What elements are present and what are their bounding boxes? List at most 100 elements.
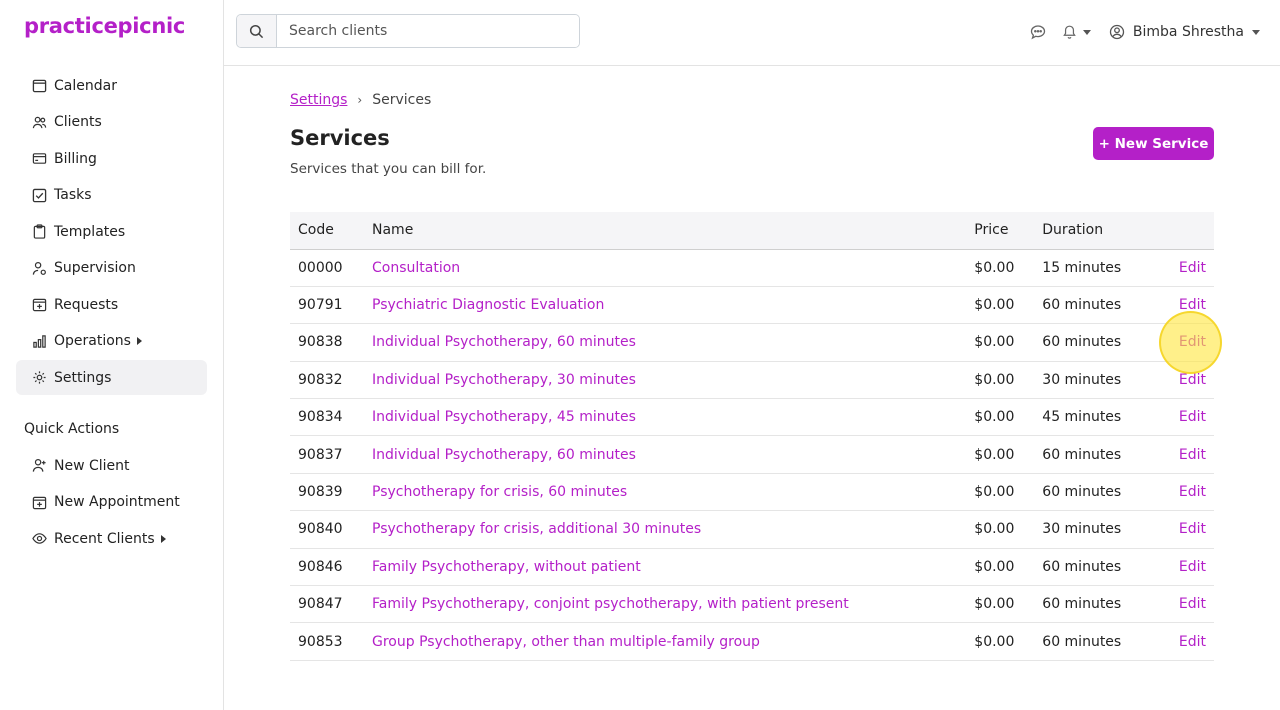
table-row: 90838 Individual Psychotherapy, 60 minute… <box>290 323 1214 362</box>
service-price: $0.00 <box>966 510 1035 549</box>
sidebar-item-label: Clients <box>54 114 102 130</box>
service-price: $0.00 <box>966 249 1035 287</box>
new-service-button[interactable]: + New Service <box>1093 127 1214 160</box>
user-menu[interactable]: Bimba Shrestha <box>1109 24 1260 40</box>
services-table: Code Name Price Duration 00000 Consultati… <box>290 212 1214 661</box>
user-avatar-icon <box>1109 24 1125 40</box>
service-name-link[interactable]: Family Psychotherapy, without patient <box>372 559 641 575</box>
user-gear-icon <box>32 261 47 276</box>
search-box <box>236 14 580 48</box>
eye-icon <box>32 531 47 546</box>
edit-service-link[interactable]: Edit <box>1179 260 1206 276</box>
service-duration: 45 minutes <box>1034 398 1162 437</box>
service-duration: 15 minutes <box>1034 249 1162 287</box>
edit-service-link[interactable]: Edit <box>1179 596 1206 612</box>
edit-service-link[interactable]: Edit <box>1179 559 1206 575</box>
chevron-down-icon <box>1082 29 1091 35</box>
search-input[interactable] <box>277 15 579 47</box>
sidebar-item-supervision[interactable]: Supervision <box>16 251 207 286</box>
edit-service-link[interactable]: Edit <box>1179 297 1206 313</box>
sidebar-item-label: Requests <box>54 296 119 313</box>
page-title: Services <box>290 126 390 150</box>
table-row: 90832 Individual Psychotherapy, 30 minute… <box>290 361 1214 400</box>
table-row: 90834 Individual Psychotherapy, 45 minute… <box>290 398 1214 437</box>
edit-service-link[interactable]: Edit <box>1179 447 1206 463</box>
service-name-cell: Individual Psychotherapy, 30 minutes <box>364 361 967 400</box>
service-code: 90837 <box>290 435 364 474</box>
sidebar-item-operations[interactable]: Operations <box>16 324 207 359</box>
sidebar-item-clients[interactable]: Clients <box>16 105 207 140</box>
breadcrumb: Settings › Services <box>290 92 431 108</box>
service-duration: 60 minutes <box>1034 548 1162 587</box>
sidebar: practicepicnic Calendar Clients Billing … <box>0 0 224 710</box>
service-price: $0.00 <box>966 473 1035 512</box>
service-name-link[interactable]: Individual Psychotherapy, 60 minutes <box>372 334 636 350</box>
edit-service-link[interactable]: Edit <box>1179 521 1206 537</box>
bell-icon <box>1062 24 1077 40</box>
sidebar-item-templates[interactable]: Templates <box>16 214 207 249</box>
sidebar-item-billing[interactable]: Billing <box>16 141 207 176</box>
service-name-cell: Individual Psychotherapy, 60 minutes <box>364 323 967 362</box>
quick-action-recent-clients[interactable]: Recent Clients <box>16 521 207 556</box>
service-name-cell: Psychotherapy for crisis, additional 30 … <box>364 510 967 549</box>
service-actions-cell: Edit <box>1161 323 1214 362</box>
user-name: Bimba Shrestha <box>1132 24 1244 40</box>
gear-icon <box>32 370 47 385</box>
column-header-actions <box>1161 212 1214 250</box>
table-row: 90847 Family Psychotherapy, conjoint psyc… <box>290 585 1214 624</box>
service-price: $0.00 <box>966 435 1035 474</box>
service-name-link[interactable]: Psychiatric Diagnostic Evaluation <box>372 297 604 313</box>
service-name-cell: Psychiatric Diagnostic Evaluation <box>364 286 967 325</box>
edit-service-link[interactable]: Edit <box>1179 372 1206 388</box>
service-name-link[interactable]: Psychotherapy for crisis, 60 minutes <box>372 484 627 500</box>
edit-service-link[interactable]: Edit <box>1179 334 1206 350</box>
service-name-link[interactable]: Individual Psychotherapy, 60 minutes <box>372 447 636 463</box>
service-name-cell: Individual Psychotherapy, 60 minutes <box>364 435 967 474</box>
service-name-link[interactable]: Individual Psychotherapy, 45 minutes <box>372 409 636 425</box>
sidebar-item-label: Tasks <box>54 187 92 203</box>
service-code: 90834 <box>290 398 364 437</box>
sidebar-item-tasks[interactable]: Tasks <box>16 178 207 213</box>
sidebar-item-settings[interactable]: Settings <box>16 360 207 395</box>
service-price: $0.00 <box>966 622 1035 661</box>
service-name-link[interactable]: Family Psychotherapy, conjoint psychothe… <box>372 596 849 612</box>
caret-right-icon <box>136 337 142 345</box>
chevron-right-icon: › <box>357 93 363 107</box>
service-name-link[interactable]: Consultation <box>372 260 460 276</box>
calendar-icon <box>32 78 47 93</box>
search-icon[interactable] <box>237 15 277 47</box>
service-name-link[interactable]: Individual Psychotherapy, 30 minutes <box>372 372 636 388</box>
clipboard-icon <box>32 224 47 239</box>
notifications-button[interactable] <box>1062 24 1091 40</box>
service-price: $0.00 <box>966 548 1035 587</box>
app-logo[interactable]: practicepicnic <box>24 14 185 38</box>
column-header-name: Name <box>364 212 967 250</box>
service-name-link[interactable]: Psychotherapy for crisis, additional 30 … <box>372 521 701 537</box>
column-header-duration: Duration <box>1034 212 1162 250</box>
calendar-plus-icon <box>32 495 47 510</box>
service-price: $0.00 <box>966 585 1035 624</box>
quick-action-label: Recent Clients <box>54 530 155 547</box>
edit-service-link[interactable]: Edit <box>1179 484 1206 500</box>
service-price: $0.00 <box>966 398 1035 437</box>
breadcrumb-settings-link[interactable]: Settings <box>290 92 347 108</box>
user-plus-icon <box>32 458 47 473</box>
sidebar-item-requests[interactable]: Requests <box>16 287 207 322</box>
service-duration: 30 minutes <box>1034 361 1162 400</box>
service-code: 90846 <box>290 548 364 587</box>
service-name-cell: Family Psychotherapy, conjoint psychothe… <box>364 585 967 624</box>
quick-action-new-client[interactable]: New Client <box>16 448 207 483</box>
quick-action-new-appointment[interactable]: New Appointment <box>16 485 207 520</box>
service-code: 00000 <box>290 249 364 287</box>
edit-service-link[interactable]: Edit <box>1179 409 1206 425</box>
page-subtitle: Services that you can bill for. <box>290 161 487 177</box>
service-name-link[interactable]: Group Psychotherapy, other than multiple… <box>372 634 760 650</box>
chat-icon[interactable] <box>1030 24 1046 40</box>
edit-service-link[interactable]: Edit <box>1179 634 1206 650</box>
sidebar-item-label: Settings <box>54 369 112 386</box>
service-actions-cell: Edit <box>1161 286 1214 325</box>
sidebar-item-calendar[interactable]: Calendar <box>16 68 207 103</box>
quick-actions: New Client New Appointment Recent Client… <box>16 448 207 558</box>
table-row: 90840 Psychotherapy for crisis, additiona… <box>290 510 1214 549</box>
users-icon <box>32 115 47 130</box>
